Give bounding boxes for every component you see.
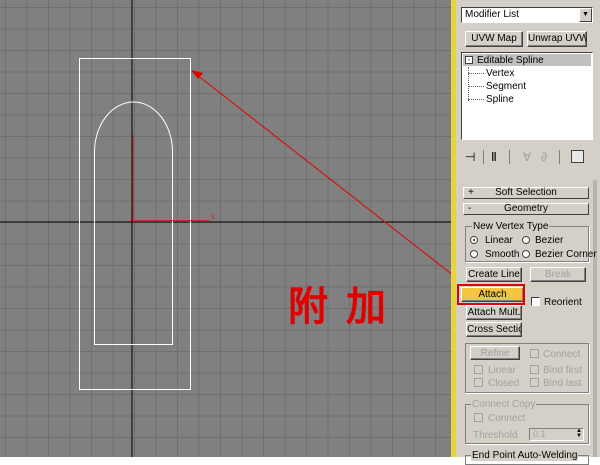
stack-toolbar: ⊣ Ⅱ ∀ ∂ [461, 148, 593, 166]
radio-linear[interactable] [470, 236, 478, 244]
pin-stack-icon[interactable]: ⊣ [465, 150, 475, 164]
checkbox-label: Reorient [544, 297, 582, 308]
stack-root-item[interactable]: - Editable Spline [463, 54, 591, 66]
radio-label: Linear [485, 235, 513, 246]
separator [483, 150, 484, 164]
connect-copy-checkbox[interactable] [474, 413, 483, 422]
radio-label: Smooth [485, 249, 520, 260]
viewport[interactable]: x 附加 [0, 0, 455, 457]
separator [559, 150, 560, 164]
uvw-map-button[interactable]: UVW Map [465, 31, 523, 47]
modifier-list-label: Modifier List [465, 9, 519, 20]
group-label: New Vertex Type [472, 221, 550, 232]
bind-last-checkbox[interactable] [530, 378, 539, 387]
collapse-icon[interactable]: - [465, 56, 473, 64]
expand-icon: + [468, 187, 474, 198]
stack-sub-label: Spline [486, 94, 514, 105]
modifier-stack[interactable]: - Editable Spline Vertex Segment Spline [461, 52, 593, 140]
radio-bezier-corner[interactable] [522, 250, 530, 258]
modifier-list-dropdown[interactable]: Modifier List ▼ [461, 7, 593, 23]
threshold-value: 0.1 [533, 429, 546, 439]
viewport-canvas: x 附加 [0, 0, 455, 457]
attach-annotation-box [457, 284, 525, 305]
cross-section-button[interactable]: Cross Section [466, 322, 522, 337]
annotation-arrow [191, 70, 455, 278]
radio-label: Bezier Corner [535, 249, 597, 260]
stack-root-label: Editable Spline [477, 55, 544, 66]
reorient-checkbox[interactable] [531, 297, 540, 306]
stack-sub-segment[interactable]: Segment [468, 80, 568, 92]
create-line-button[interactable]: Create Line [466, 267, 522, 282]
refine-button[interactable]: Refine [470, 346, 520, 360]
separator [509, 150, 510, 164]
radio-smooth[interactable] [470, 250, 478, 258]
group-label: Connect Copy [471, 399, 537, 410]
stack-sub-vertex[interactable]: Vertex [468, 67, 568, 79]
rollout-title: Geometry [504, 203, 548, 214]
checkbox-label: Bind last [543, 378, 582, 389]
radio-bezier[interactable] [522, 236, 530, 244]
remove-modifier-icon[interactable]: ∂ [541, 150, 547, 164]
linear-checkbox[interactable] [474, 365, 483, 374]
stack-sub-label: Vertex [486, 68, 515, 79]
soft-selection-rollout[interactable]: + Soft Selection [463, 187, 589, 199]
checkbox-label: Connect [488, 413, 526, 424]
panel-scrollbar[interactable] [593, 180, 597, 457]
threshold-spinner[interactable]: 0.1 ▲ ▼ [529, 428, 584, 441]
checkbox-label: Bind first [543, 365, 582, 376]
break-button[interactable]: Break [530, 267, 586, 282]
group-label: End Point Auto-Welding [471, 450, 579, 461]
geometry-rollout[interactable]: - Geometry [463, 203, 589, 215]
threshold-label: Threshold [473, 430, 518, 441]
show-end-result-icon[interactable]: Ⅱ [491, 150, 497, 164]
pivot-x-label: x [211, 212, 215, 221]
chevron-down-icon[interactable]: ▼ [579, 8, 592, 22]
rectangle-shape [79, 58, 191, 390]
checkbox-label: Connect [543, 349, 581, 360]
spinner-arrows-icon[interactable]: ▲ ▼ [575, 428, 583, 440]
rollout-title: Soft Selection [495, 187, 557, 198]
closed-checkbox[interactable] [474, 378, 483, 387]
unwrap-uvw-button[interactable]: Unwrap UVW [527, 31, 587, 47]
annotation-text: 附加 [288, 284, 404, 330]
command-panel: Modifier List ▼ UVW Map Unwrap UVW - Edi… [456, 0, 600, 465]
stack-sub-label: Segment [486, 81, 527, 92]
radio-label: Bezier [535, 235, 564, 246]
checkbox-label: Linear [488, 365, 516, 376]
bind-first-checkbox[interactable] [530, 365, 539, 374]
collapse-icon: - [468, 203, 472, 214]
attach-mult-button[interactable]: Attach Mult. [466, 305, 522, 320]
stack-sub-spline[interactable]: Spline [468, 93, 568, 105]
configure-sets-icon[interactable] [571, 150, 584, 163]
make-unique-icon[interactable]: ∀ [523, 150, 531, 164]
connect-checkbox[interactable] [530, 349, 539, 358]
checkbox-label: Closed [488, 378, 520, 389]
